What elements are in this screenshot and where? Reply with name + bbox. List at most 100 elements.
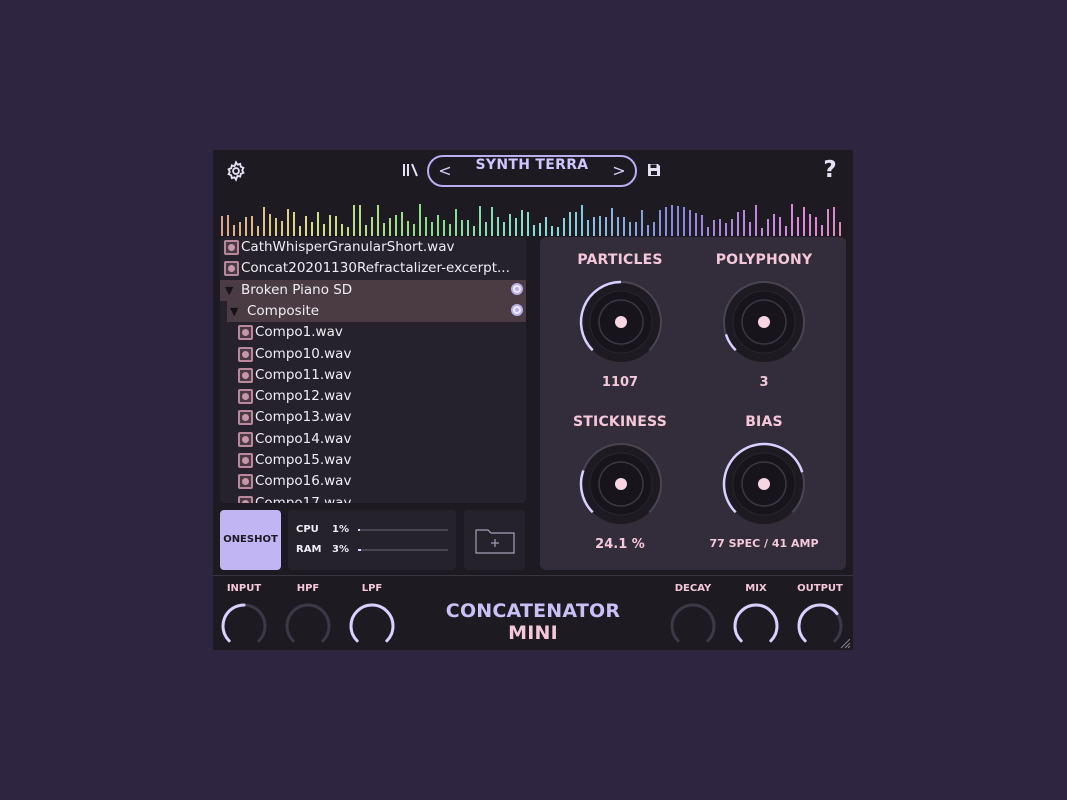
spectrum-bar	[803, 207, 805, 236]
spectrum-bar	[773, 213, 775, 236]
file-row[interactable]: Compo17.wav	[220, 493, 526, 503]
spectrum-bar	[371, 217, 373, 236]
engine-panel: PARTICLES POLYPHONY 1107 3 STICKINESS BI…	[540, 237, 846, 570]
knob-value-arc	[221, 603, 246, 643]
spectrum-bar	[431, 222, 433, 236]
file-checkbox[interactable]	[238, 431, 253, 447]
spectrum-bar	[647, 224, 649, 236]
spectrum-bar	[335, 216, 337, 236]
spectrum-bar	[245, 217, 247, 236]
stickiness-knob[interactable]	[578, 441, 664, 527]
file-checkbox[interactable]	[238, 495, 253, 503]
spectrum-bar	[413, 223, 415, 236]
brand-name: CONCATENATOR	[445, 600, 621, 622]
file-row[interactable]: Compo11.wav	[220, 365, 526, 386]
bottom-bar: CONCATENATOR MINI INPUT HPF LPF DECAY MIX OUT…	[213, 575, 853, 650]
spectrum-bar	[791, 204, 793, 236]
bias-knob[interactable]	[721, 441, 807, 527]
knob-center-dot	[615, 478, 627, 490]
file-checkbox[interactable]	[238, 367, 253, 383]
decay-knob[interactable]	[668, 601, 718, 650]
file-checkbox[interactable]	[224, 261, 239, 277]
file-row[interactable]: Concat20201130Refractalizer-excerpt...	[220, 258, 526, 279]
expand-triangle-icon[interactable]: ▼	[230, 301, 238, 322]
next-preset-button[interactable]: >	[609, 161, 629, 181]
preset-name: SYNTH TERRA	[475, 157, 589, 173]
expand-triangle-icon[interactable]: ▼	[225, 280, 233, 301]
file-row[interactable]: CathWhisperGranularShort.wav	[220, 237, 526, 258]
oneshot-button[interactable]: ONESHOT	[220, 510, 281, 570]
previous-preset-button[interactable]: <	[435, 161, 455, 181]
file-checkbox[interactable]	[238, 474, 253, 490]
spectrum-bar	[293, 212, 295, 236]
bias-value: 77 SPEC / 41 AMP	[709, 537, 819, 550]
spectrum-bar	[593, 217, 595, 236]
gear-icon[interactable]	[225, 160, 247, 182]
file-row[interactable]: Compo12.wav	[220, 386, 526, 407]
file-checkbox[interactable]	[224, 240, 239, 255]
spectrum-bar	[455, 209, 457, 236]
knob-value-arc	[349, 603, 395, 643]
folder-name: Broken Piano SD	[241, 281, 353, 298]
input-knob[interactable]	[219, 601, 269, 650]
spectrum-bar	[599, 216, 601, 236]
spectrum-bar	[503, 222, 505, 236]
file-browser[interactable]: CathWhisperGranularShort.wav Concat202011…	[220, 237, 526, 503]
spectrum-bar	[569, 211, 571, 236]
file-name: Concat20201130Refractalizer-excerpt...	[241, 260, 510, 277]
preset-selector[interactable]: < SYNTH TERRA >	[427, 155, 637, 187]
spectrum-bar	[557, 226, 559, 236]
folder-select-radio[interactable]	[511, 282, 523, 295]
lpf-knob[interactable]	[347, 601, 397, 650]
file-checkbox[interactable]	[238, 346, 253, 362]
help-icon[interactable]: ?	[819, 156, 841, 184]
spectrum-bar	[839, 221, 841, 236]
file-name: Compo15.wav	[255, 452, 352, 468]
folder-row[interactable]: ▼ Broken Piano SD	[220, 279, 526, 301]
spectrum-bar	[311, 222, 313, 236]
lpf-label: LPF	[361, 583, 383, 594]
file-checkbox[interactable]	[238, 325, 253, 341]
file-name: CathWhisperGranularShort.wav	[241, 239, 455, 255]
spectrum-bar	[611, 207, 613, 236]
knob-center-dot	[615, 316, 627, 328]
spectrum-bar	[221, 216, 223, 236]
polyphony-knob[interactable]	[721, 279, 807, 365]
particles-knob[interactable]	[578, 279, 664, 365]
cpu-track	[358, 529, 448, 531]
spectrum-bar	[359, 204, 361, 236]
cpu-value: 1%	[332, 524, 349, 535]
ram-meter: RAM 3%	[296, 543, 451, 557]
file-checkbox[interactable]	[238, 389, 253, 405]
file-name: Compo16.wav	[255, 473, 352, 490]
file-row[interactable]: Compo10.wav	[220, 344, 526, 365]
add-folder-button[interactable]	[464, 510, 525, 570]
file-row[interactable]: Compo1.wav	[220, 322, 526, 343]
spectrum-bar	[767, 219, 769, 236]
mix-label: MIX	[745, 583, 767, 594]
stickiness-label: STICKINESS	[573, 414, 667, 430]
mix-knob[interactable]	[731, 601, 781, 650]
spectrum-bar	[749, 221, 751, 236]
spectrum-bar	[641, 210, 643, 236]
folder-select-radio[interactable]	[511, 303, 523, 316]
file-row[interactable]: Compo13.wav	[220, 407, 526, 428]
file-checkbox[interactable]	[238, 453, 253, 468]
spectrum-bar	[275, 218, 277, 236]
file-checkbox[interactable]	[238, 410, 253, 426]
bias-label: BIAS	[745, 414, 783, 430]
spectrum-bar	[443, 220, 445, 236]
product-logo: CONCATENATOR MINI	[443, 600, 623, 644]
spectrum-bar	[731, 218, 733, 236]
file-row[interactable]: Compo15.wav	[220, 450, 526, 471]
output-knob[interactable]	[795, 601, 845, 650]
save-icon[interactable]	[647, 163, 661, 177]
file-row[interactable]: Compo14.wav	[220, 429, 526, 450]
folder-row[interactable]: ▼ Composite	[227, 300, 526, 322]
hpf-knob[interactable]	[283, 601, 333, 650]
library-icon[interactable]	[401, 161, 419, 179]
spectrum-bar	[521, 209, 523, 236]
spectrum-bar	[653, 221, 655, 236]
spectrum-bar	[467, 219, 469, 236]
file-row[interactable]: Compo16.wav	[220, 471, 526, 492]
